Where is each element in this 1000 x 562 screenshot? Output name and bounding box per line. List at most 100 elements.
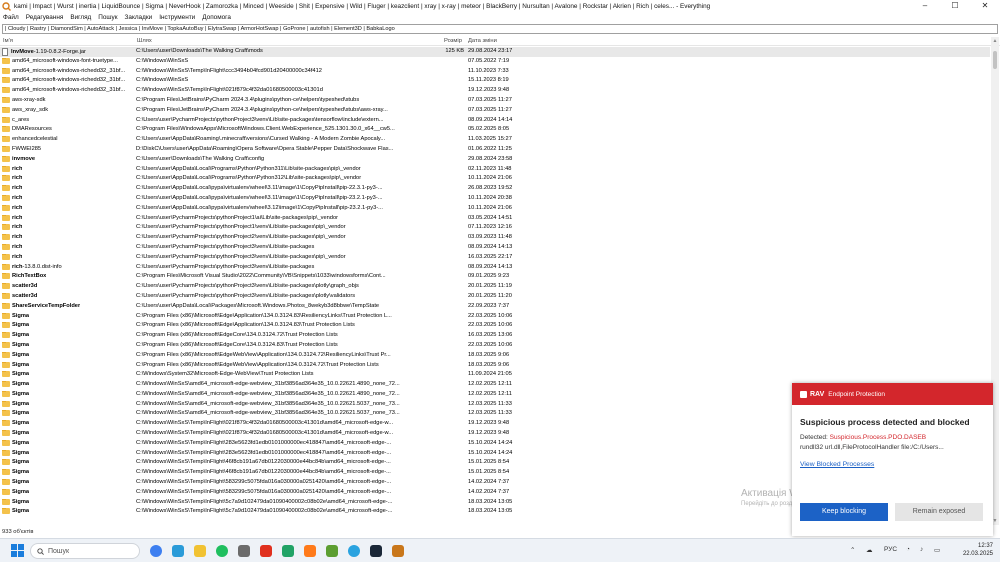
app-orange-icon[interactable] (304, 545, 316, 557)
result-row[interactable]: Sigma C:\Program Files (x86)\Microsoft\Ed… (0, 331, 990, 341)
result-row[interactable]: scatter3d C:\Users\user\PycharmProjects\p… (0, 292, 990, 302)
result-row[interactable]: rich C:\Users\user\PycharmProjects\python… (0, 223, 990, 233)
result-date: 05.02.2025 8:05 (468, 126, 510, 133)
menu-tools[interactable]: Інструменти (159, 14, 195, 21)
result-row[interactable]: rich C:\Users\user\AppData\Local\pypa\vir… (0, 204, 990, 214)
minimize-button[interactable]: – (910, 0, 940, 12)
menu-file[interactable]: Файл (3, 14, 19, 21)
close-button[interactable]: ✕ (970, 0, 1000, 12)
app-red-icon[interactable] (260, 545, 272, 557)
result-date: 08.09.2024 14:14 (468, 116, 513, 123)
scroll-thumb[interactable] (993, 51, 997, 69)
steam-icon[interactable] (370, 545, 382, 557)
result-date: 02.11.2023 11:48 (468, 165, 512, 172)
menu-view[interactable]: Вигляд (70, 14, 91, 21)
menu-search[interactable]: Пошук (98, 14, 117, 21)
menu-edit[interactable]: Редагування (26, 14, 64, 21)
column-path[interactable]: Шлях (137, 38, 152, 44)
result-name-rest: -1.19-0.8.2-Forge.jar (33, 49, 86, 55)
result-row[interactable]: amd64_microsoft-windows-richedd32_31bf..… (0, 76, 990, 86)
result-name: Sigma (2, 498, 134, 505)
result-row[interactable]: amd64_microsoft-windows-richedd32_31bf..… (0, 67, 990, 77)
threat-detail: rundll32 url.dll,FileProtocolHandler fil… (800, 444, 944, 451)
telegram-icon[interactable] (348, 545, 360, 557)
menu-bookmarks[interactable]: Закладки (125, 14, 153, 21)
result-row[interactable]: c_ares C:\Users\user\PycharmProjects\pyth… (0, 116, 990, 126)
scroll-up-icon[interactable]: ▲ (992, 38, 998, 44)
result-row[interactable]: amd64_microsoft-windows-richedd32_31bf..… (0, 86, 990, 96)
result-row[interactable]: aws-xray-sdk C:\Program Files\JetBrains\P… (0, 96, 990, 106)
result-row[interactable]: rich C:\Users\user\PycharmProjects\python… (0, 243, 990, 253)
result-row[interactable]: rich C:\Users\user\AppData\Local\pypa\vir… (0, 184, 990, 194)
result-row[interactable]: invmove C:\Users\user\Downloads\The Walki… (0, 155, 990, 165)
result-row[interactable]: Sigma C:\Program Files (x86)\Microsoft\Ed… (0, 321, 990, 331)
tray-cloud-icon[interactable]: ☁ (866, 546, 873, 554)
result-path: C:\Users\user\AppData\Local\pypa\virtual… (136, 204, 383, 211)
language-indicator[interactable]: РУС (884, 546, 897, 553)
result-row[interactable]: Sigma C:\Program Files (x86)\Microsoft\Ed… (0, 351, 990, 361)
copilot-icon[interactable] (150, 545, 162, 557)
result-row[interactable]: Sigma C:\Windows\System32\Microsoft-Edge-… (0, 370, 990, 380)
keep-blocking-button[interactable]: Keep blocking (800, 503, 888, 521)
pycharm-icon[interactable] (282, 545, 294, 557)
spotify-icon[interactable] (216, 545, 228, 557)
battery-icon[interactable]: ▭ (934, 546, 940, 554)
tray-chevron-icon[interactable]: ⌃ (850, 546, 855, 554)
everything-icon[interactable] (392, 545, 404, 557)
taskbar-search[interactable]: Пошук (30, 543, 140, 559)
result-row[interactable]: Sigma C:\Program Files (x86)\Microsoft\Ed… (0, 341, 990, 351)
result-path: C:\Windows\WinSxS\Temp\InFlight\021f879c… (136, 420, 394, 427)
result-row[interactable]: rich C:\Users\user\AppData\Local\Programs… (0, 174, 990, 184)
folder-icon (2, 106, 10, 113)
minecraft-icon[interactable] (326, 545, 338, 557)
result-date: 15.10.2024 14:24 (468, 449, 513, 456)
result-row[interactable]: Sigma C:\Program Files (x86)\Microsoft\Ed… (0, 312, 990, 322)
result-name-rest: aws_xray_sdk (12, 106, 49, 113)
file-explorer-icon[interactable] (194, 545, 206, 557)
column-date[interactable]: Дата зміни (468, 38, 497, 44)
menu-help[interactable]: Допомога (202, 14, 231, 21)
column-name[interactable]: Ім'я (3, 38, 13, 44)
result-path: C:\Windows\WinSxS\amd64_microsoft-edge-w… (136, 390, 400, 397)
maximize-button[interactable]: ☐ (940, 0, 970, 12)
result-row[interactable]: rich-13.8.0.dist-info C:\Users\user\Pycha… (0, 263, 990, 273)
result-path: C:\Windows\WinSxS\Temp\InFlight\583299c5… (136, 488, 392, 495)
column-size[interactable]: Розмір (444, 38, 462, 44)
store-icon[interactable] (238, 545, 250, 557)
column-header: Ім'я Шлях Розмір Дата зміни (0, 37, 1000, 46)
result-path: C:\Users\user\AppData\Local\Packages\Mic… (136, 302, 380, 309)
result-name-rest: amd64_microsoft-windows-richedd32_31bf..… (12, 87, 126, 94)
result-row[interactable]: rich C:\Users\user\PycharmProjects\python… (0, 214, 990, 224)
edge-icon[interactable] (172, 545, 184, 557)
result-row[interactable]: RichTextBox C:\Program Files\Microsoft Vi… (0, 272, 990, 282)
result-row[interactable]: rich C:\Users\user\PycharmProjects\python… (0, 233, 990, 243)
result-row[interactable]: InvMove-1.19-0.8.2-Forge.jar C:\Users\use… (0, 47, 990, 57)
result-row[interactable]: FWWEI285 D:\DiskC\Users\user\AppData\Roam… (0, 145, 990, 155)
result-row[interactable]: scatter3d C:\Users\user\PycharmProjects\p… (0, 282, 990, 292)
result-name: Sigma (2, 312, 134, 319)
volume-icon[interactable]: ♪ (920, 546, 923, 553)
result-row[interactable]: Sigma C:\Program Files (x86)\Microsoft\Ed… (0, 361, 990, 371)
folder-icon (2, 214, 10, 221)
result-row[interactable]: rich C:\Users\user\AppData\Local\pypa\vir… (0, 194, 990, 204)
result-name: Sigma (2, 420, 134, 427)
result-name: rich (2, 224, 134, 231)
result-row[interactable]: amd64_microsoft-windows-font-truetype...… (0, 57, 990, 67)
result-name: Sigma (2, 361, 134, 368)
search-input[interactable]: | Cloudy | Rastry | DiamondSim | AutoAtt… (2, 24, 998, 34)
result-row[interactable]: rich C:\Users\user\AppData\Local\Programs… (0, 165, 990, 175)
result-row[interactable]: DMAResources C:\Program Files\WindowsApps… (0, 125, 990, 135)
result-row[interactable]: rich C:\Users\user\PycharmProjects\python… (0, 253, 990, 263)
result-path: C:\Windows\WinSxS\Temp\InFlight\283e5623… (136, 439, 392, 446)
wifi-icon[interactable]: ◔ (906, 546, 910, 553)
result-name: Sigma (2, 439, 134, 446)
result-row[interactable]: enhancedcelestial C:\Users\user\AppData\R… (0, 135, 990, 145)
result-name-match: RichTextBox (12, 273, 47, 280)
view-blocked-link[interactable]: View Blocked Processes (800, 461, 874, 468)
remain-exposed-button[interactable]: Remain exposed (895, 503, 983, 521)
result-row[interactable]: aws_xray_sdk C:\Program Files\JetBrains\P… (0, 106, 990, 116)
detected-line: Detected: Suspicious.Process.PDO.DASEB (800, 434, 926, 441)
result-row[interactable]: ShareServiceTempFolder C:\Users\user\AppD… (0, 302, 990, 312)
clock[interactable]: 12:37 22.03.2025 (955, 542, 993, 558)
start-icon[interactable] (11, 544, 24, 557)
